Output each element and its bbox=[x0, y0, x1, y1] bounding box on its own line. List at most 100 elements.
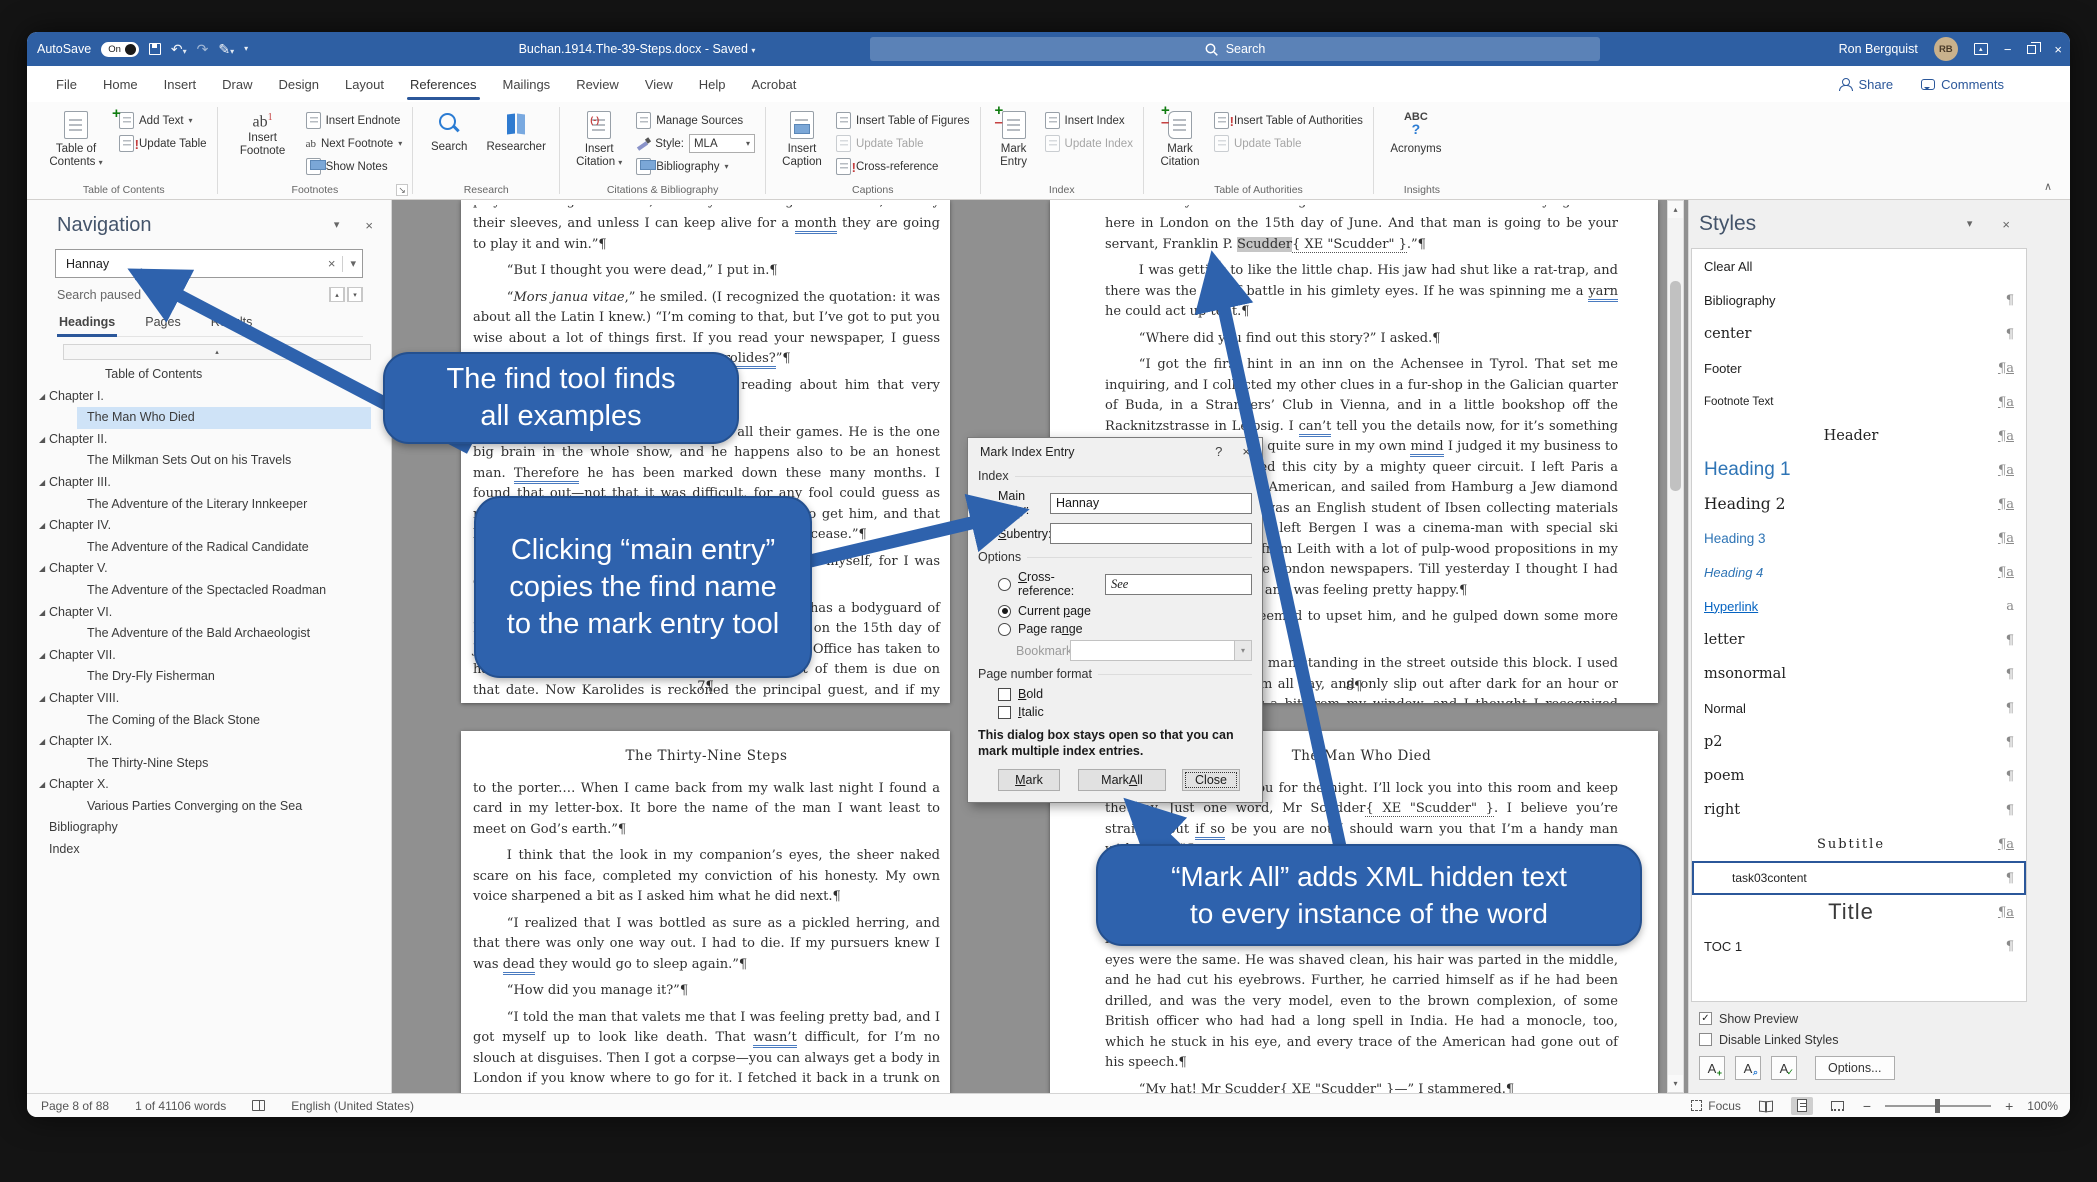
nav-item[interactable]: ◢Chapter IX. bbox=[27, 731, 391, 753]
avatar[interactable]: RB bbox=[1934, 37, 1958, 61]
search-options-icon[interactable]: ▾ bbox=[350, 257, 356, 270]
nav-item[interactable]: ◢Chapter VII. bbox=[27, 645, 391, 667]
search-box[interactable]: Search bbox=[870, 37, 1600, 61]
style-item[interactable]: p2¶ bbox=[1692, 725, 2026, 759]
style-item[interactable]: letter¶ bbox=[1692, 623, 2026, 657]
style-item[interactable]: Subtitle¶a bbox=[1692, 827, 2026, 861]
expand-triangle-icon[interactable]: ◢ bbox=[27, 602, 49, 624]
undo-button[interactable]: ↶▾ bbox=[171, 42, 187, 56]
tab-design[interactable]: Design bbox=[266, 66, 332, 102]
expand-triangle-icon[interactable]: ◢ bbox=[27, 515, 49, 537]
read-mode-button[interactable] bbox=[1755, 1097, 1777, 1115]
style-item[interactable]: task03content¶ bbox=[1692, 861, 2026, 895]
style-item[interactable]: Bibliography¶ bbox=[1692, 283, 2026, 317]
nav-item[interactable]: ◢Chapter II. bbox=[27, 429, 391, 451]
cross-reference-field[interactable]: See bbox=[1105, 574, 1252, 595]
save-icon[interactable] bbox=[149, 43, 161, 55]
language-indicator[interactable]: English (United States) bbox=[291, 1099, 414, 1113]
nav-item[interactable]: Various Parties Converging on the Sea bbox=[27, 796, 391, 818]
help-icon[interactable]: ? bbox=[1215, 444, 1222, 459]
style-item[interactable]: Hyperlinka bbox=[1692, 589, 2026, 623]
zoom-level[interactable]: 100% bbox=[2027, 1099, 2058, 1113]
style-item[interactable]: Footer¶a bbox=[1692, 351, 2026, 385]
subentry-field[interactable] bbox=[1050, 523, 1252, 544]
tab-acrobat[interactable]: Acrobat bbox=[739, 66, 810, 102]
autosave-toggle[interactable]: On bbox=[101, 42, 139, 57]
tab-review[interactable]: Review bbox=[563, 66, 632, 102]
tab-draw[interactable]: Draw bbox=[209, 66, 265, 102]
tab-layout[interactable]: Layout bbox=[332, 66, 397, 102]
page-bl[interactable]: The Thirty-Nine Stepsto the porter.… Whe… bbox=[461, 731, 950, 1093]
insert-endnote-button[interactable]: Insert Endnote bbox=[306, 111, 403, 130]
nav-item[interactable]: The Adventure of the Radical Candidate bbox=[27, 537, 391, 559]
expand-triangle-icon[interactable]: ◢ bbox=[27, 731, 49, 753]
nav-tab-results[interactable]: Results bbox=[209, 312, 255, 336]
document-title[interactable]: Buchan.1914.The-39-Steps.docx - Saved ▾ bbox=[437, 42, 837, 56]
bibliography-button[interactable]: Bibliography▾ bbox=[636, 157, 755, 176]
word-count[interactable]: 1 of 41106 words bbox=[135, 1099, 226, 1113]
scroll-down-icon[interactable]: ▾ bbox=[1668, 1075, 1683, 1092]
close-styles-pane-icon[interactable]: × bbox=[2002, 217, 2010, 232]
new-style-button[interactable]: A+ bbox=[1699, 1056, 1725, 1080]
mark-entry-button[interactable]: Mark Entry bbox=[991, 109, 1037, 169]
page-indicator[interactable]: Page 8 of 88 bbox=[41, 1099, 109, 1113]
style-inspector-button[interactable]: A⌕ bbox=[1735, 1056, 1761, 1080]
add-text-button[interactable]: Add Text▾ bbox=[119, 111, 207, 130]
close-pane-icon[interactable]: × bbox=[365, 218, 373, 233]
insert-caption-button[interactable]: Insert Caption bbox=[776, 109, 828, 169]
manage-sources-button[interactable]: Manage Sources bbox=[636, 111, 755, 130]
ribbon-display-options-button[interactable]: ▴ bbox=[1974, 43, 1988, 55]
customize-qat-icon[interactable]: ▾ bbox=[244, 45, 248, 53]
nav-item[interactable]: The Coming of the Black Stone bbox=[27, 710, 391, 732]
style-item[interactable]: Header¶a bbox=[1692, 419, 2026, 453]
styles-options-button[interactable]: Options... bbox=[1815, 1056, 1895, 1080]
style-item[interactable]: Heading 1¶a bbox=[1692, 453, 2026, 487]
previous-result-button[interactable]: ▴ bbox=[329, 287, 345, 302]
nav-item[interactable]: The Adventure of the Literary Innkeeper bbox=[27, 494, 391, 516]
minimize-button[interactable]: − bbox=[2004, 43, 2012, 56]
styles-options-icon[interactable]: ▾ bbox=[1967, 217, 1973, 232]
redo-button[interactable]: ↷ bbox=[197, 42, 209, 56]
nav-item[interactable]: ◢Chapter V. bbox=[27, 558, 391, 580]
collapse-all-button[interactable]: ▴ bbox=[63, 344, 371, 360]
style-item[interactable]: Heading 3¶a bbox=[1692, 521, 2026, 555]
disable-linked-styles-checkbox[interactable]: Disable Linked Styles bbox=[1693, 1029, 2033, 1050]
expand-triangle-icon[interactable]: ◢ bbox=[27, 429, 49, 451]
nav-item[interactable]: ◢Chapter X. bbox=[27, 774, 391, 796]
focus-button[interactable]: Focus bbox=[1691, 1099, 1741, 1113]
mark-all-button[interactable]: Mark All bbox=[1078, 769, 1166, 791]
navigation-search-input[interactable] bbox=[64, 256, 328, 272]
italic-checkbox[interactable] bbox=[998, 706, 1011, 719]
footnotes-dialog-launcher[interactable]: ↘ bbox=[396, 184, 408, 196]
document-scrollbar[interactable]: ▴ ▾ bbox=[1667, 200, 1684, 1093]
nav-item[interactable]: Table of Contents bbox=[27, 364, 391, 386]
web-layout-button[interactable] bbox=[1827, 1097, 1849, 1115]
tab-mailings[interactable]: Mailings bbox=[490, 66, 564, 102]
nav-item[interactable]: The Adventure of the Bald Archaeologist bbox=[27, 623, 391, 645]
manage-styles-button[interactable]: A✓ bbox=[1771, 1056, 1797, 1080]
style-item[interactable]: Footnote Text¶a bbox=[1692, 385, 2026, 419]
nav-item[interactable]: ◢Chapter IV. bbox=[27, 515, 391, 537]
expand-triangle-icon[interactable]: ◢ bbox=[27, 386, 49, 408]
style-item[interactable]: Title¶a bbox=[1692, 895, 2026, 929]
style-item[interactable]: Normal¶ bbox=[1692, 691, 2026, 725]
nav-item[interactable]: Index bbox=[27, 839, 391, 861]
search-button[interactable]: Search bbox=[423, 109, 475, 154]
nav-item[interactable]: The Dry-Fly Fisherman bbox=[27, 666, 391, 688]
insert-index-button[interactable]: Insert Index bbox=[1045, 111, 1133, 130]
zoom-out-button[interactable]: − bbox=[1863, 1098, 1871, 1114]
tab-home[interactable]: Home bbox=[90, 66, 151, 102]
print-layout-button[interactable] bbox=[1791, 1097, 1813, 1115]
next-footnote-button[interactable]: abNext Footnote▾ bbox=[306, 134, 403, 153]
nav-tab-headings[interactable]: Headings bbox=[57, 312, 117, 336]
cross-reference-button[interactable]: Cross-reference bbox=[836, 157, 970, 176]
comments-button[interactable]: Comments bbox=[1921, 77, 2004, 92]
style-select[interactable]: MLA▾ bbox=[689, 134, 755, 153]
nav-item[interactable]: ◢Chapter III. bbox=[27, 472, 391, 494]
show-preview-checkbox[interactable]: ✓ Show Preview bbox=[1693, 1008, 2033, 1029]
bold-checkbox[interactable] bbox=[998, 688, 1011, 701]
style-item[interactable]: Clear All bbox=[1692, 249, 2026, 283]
expand-triangle-icon[interactable]: ◢ bbox=[27, 688, 49, 710]
insert-table-of-figures-button[interactable]: Insert Table of Figures bbox=[836, 111, 970, 130]
tab-insert[interactable]: Insert bbox=[151, 66, 210, 102]
